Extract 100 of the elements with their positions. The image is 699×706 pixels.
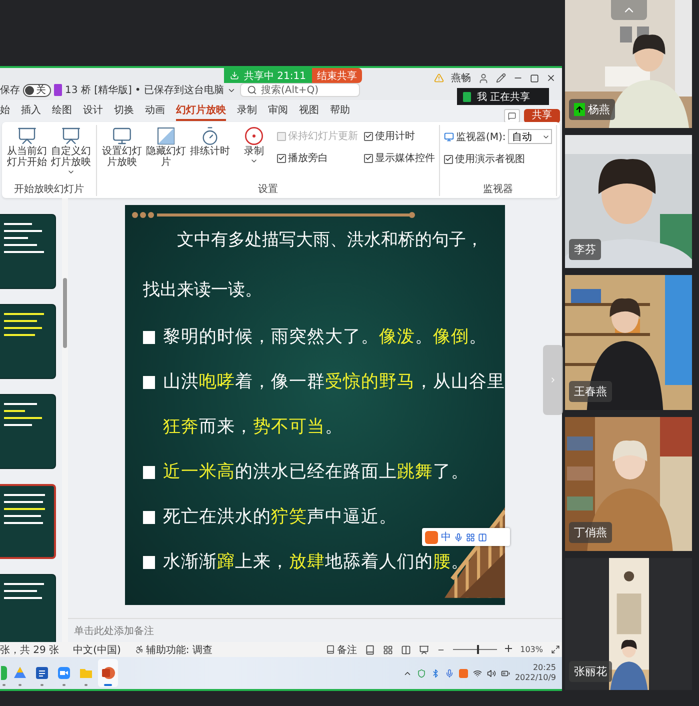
zoom-level[interactable]: 103%: [520, 645, 543, 654]
notes-icon: [326, 645, 336, 654]
warning-icon: [434, 73, 444, 83]
mic-icon[interactable]: [454, 532, 463, 542]
presentation-app-icon[interactable]: [101, 666, 115, 680]
checkbox-label[interactable]: 显示媒体控件: [364, 151, 435, 165]
close-icon[interactable]: [546, 73, 556, 83]
search-field[interactable]: 搜索(Alt+Q): [240, 83, 360, 97]
checkbox-label[interactable]: 使用演示者视图: [444, 152, 552, 166]
ime-logo-icon: [425, 530, 438, 544]
comment-button[interactable]: [504, 109, 520, 123]
video-camera-icon[interactable]: [57, 666, 71, 680]
volume-icon[interactable]: [486, 668, 496, 678]
ribbon-tab[interactable]: 切换: [114, 101, 134, 121]
timer-icon: [200, 126, 220, 146]
sharing-tooltip: 我 正在共享: [457, 88, 549, 105]
ribbon-button[interactable]: 录制: [233, 125, 275, 166]
checkbox[interactable]: [444, 154, 453, 164]
notes-placeholder[interactable]: 单击此处添加备注: [74, 624, 154, 638]
checkbox[interactable]: [364, 154, 373, 162]
ribbon-tab[interactable]: 审阅: [268, 101, 288, 121]
clock-date[interactable]: 2022/10/9: [514, 673, 556, 683]
accessibility-status[interactable]: 辅助功能: 调查: [134, 642, 212, 656]
participant-name: 丁俏燕: [574, 525, 607, 540]
document-app-icon[interactable]: [35, 666, 49, 680]
bullet-icon: [143, 511, 155, 524]
ribbon-tab[interactable]: 绘图: [52, 101, 72, 121]
checkbox[interactable]: [277, 154, 286, 162]
sharing-status: 共享中 21:11: [224, 68, 312, 83]
normal-view-icon[interactable]: [365, 644, 376, 654]
triangle-logo-icon[interactable]: [13, 666, 27, 680]
wifi-icon[interactable]: [472, 668, 482, 678]
ribbon-button[interactable]: 隐藏幻灯片: [145, 125, 187, 169]
slide-count: 张，共 29 张: [0, 644, 60, 656]
user-name: 燕畅: [451, 72, 471, 85]
notes-button[interactable]: 备注: [326, 642, 358, 656]
participant-name: 杨燕: [588, 102, 610, 117]
ribbon-tab[interactable]: 录制: [237, 101, 257, 121]
bluetooth-icon[interactable]: [430, 668, 440, 678]
participant-name: 张丽花: [574, 664, 607, 679]
zoom-in-icon[interactable]: [505, 645, 512, 654]
slash-square-icon: [156, 126, 176, 146]
ribbon-button[interactable]: 从当前幻灯片开始: [6, 125, 48, 169]
ribbon-tab[interactable]: 动画: [145, 101, 165, 121]
bullet-icon: [143, 556, 155, 569]
checkbox[interactable]: [364, 132, 373, 140]
scrollbar[interactable]: [62, 198, 68, 642]
slideshow-icon[interactable]: [419, 644, 430, 654]
slide-title: 文中有多处描写大雨、洪水和桥的句子， 找出来读一读。: [143, 229, 483, 302]
ribbon-button[interactable]: 排练计时: [189, 125, 231, 158]
slide-thumbnail[interactable]: [0, 304, 56, 379]
bullet-text: 死亡在洪水的狞笑声中逼近。: [163, 506, 397, 529]
checkbox-label[interactable]: 播放旁白: [277, 151, 358, 165]
columns-icon[interactable]: [478, 532, 487, 542]
group-label: 监视器: [482, 184, 514, 196]
fit-icon[interactable]: [551, 645, 560, 654]
ribbon-tab[interactable]: 帮助: [330, 101, 350, 121]
record-icon: [244, 126, 264, 146]
presentation-icon: [17, 126, 37, 146]
participant-name: 王春燕: [574, 384, 607, 399]
comment-icon: [508, 112, 516, 120]
slide-thumbnail[interactable]: [0, 214, 56, 289]
ribbon-tab[interactable]: 设计: [83, 101, 103, 121]
ime-mode[interactable]: 中: [441, 530, 451, 544]
bullet-icon: [143, 331, 155, 344]
ribbon-tab[interactable]: 视图: [299, 101, 319, 121]
bullet-text: 山洪咆哮着，像一群受惊的野马，从山谷里 狂奔而来，势不可当。: [163, 371, 505, 439]
group-label: 开始放映幻灯片: [13, 184, 85, 196]
mic-icon[interactable]: [444, 668, 454, 678]
autosave-toggle[interactable]: 关: [23, 84, 51, 96]
grid-icon[interactable]: [466, 532, 475, 542]
ribbon-tab[interactable]: 始: [0, 101, 10, 121]
bullet-icon: [143, 376, 155, 389]
reading-view-icon[interactable]: [401, 644, 412, 654]
autosave-label: 保存: [0, 84, 20, 97]
shield-icon[interactable]: [416, 668, 426, 678]
ribbon-button[interactable]: 设置幻灯片放映: [101, 125, 143, 169]
bullet-text: 黎明的时候，雨突然大了。像泼。像倒。: [163, 326, 487, 349]
save-status: • 已保存到这台电脑: [134, 84, 224, 97]
download-icon: [230, 71, 239, 80]
ribbon-tab[interactable]: 插入: [21, 101, 41, 121]
slide-thumbnail[interactable]: [0, 394, 56, 469]
pen-icon[interactable]: [496, 73, 506, 83]
share-button[interactable]: 共享: [524, 109, 560, 123]
battery-icon[interactable]: [500, 668, 510, 678]
monitor-select[interactable]: 自动: [508, 129, 552, 144]
presentation-icon: [61, 126, 81, 146]
bullet-text: 近一米高的洪水已经在路面上跳舞了。: [163, 461, 469, 484]
accessibility-icon: [134, 645, 144, 654]
stop-sharing-button[interactable]: 结束共享: [312, 68, 362, 83]
user-icon[interactable]: [478, 72, 489, 84]
ribbon-button[interactable]: 自定义幻灯片放映: [50, 125, 92, 177]
checkbox-label[interactable]: 使用计时: [364, 129, 435, 143]
sorter-view-icon[interactable]: [383, 644, 394, 654]
maximize-icon[interactable]: [530, 74, 539, 82]
slide-thumbnail[interactable]: [0, 574, 56, 642]
monitor-icon: [112, 126, 132, 146]
language-status[interactable]: 中文(中国): [73, 642, 121, 656]
clock-time[interactable]: 20:25: [532, 663, 556, 673]
slide-thumbnail[interactable]: [0, 484, 56, 559]
